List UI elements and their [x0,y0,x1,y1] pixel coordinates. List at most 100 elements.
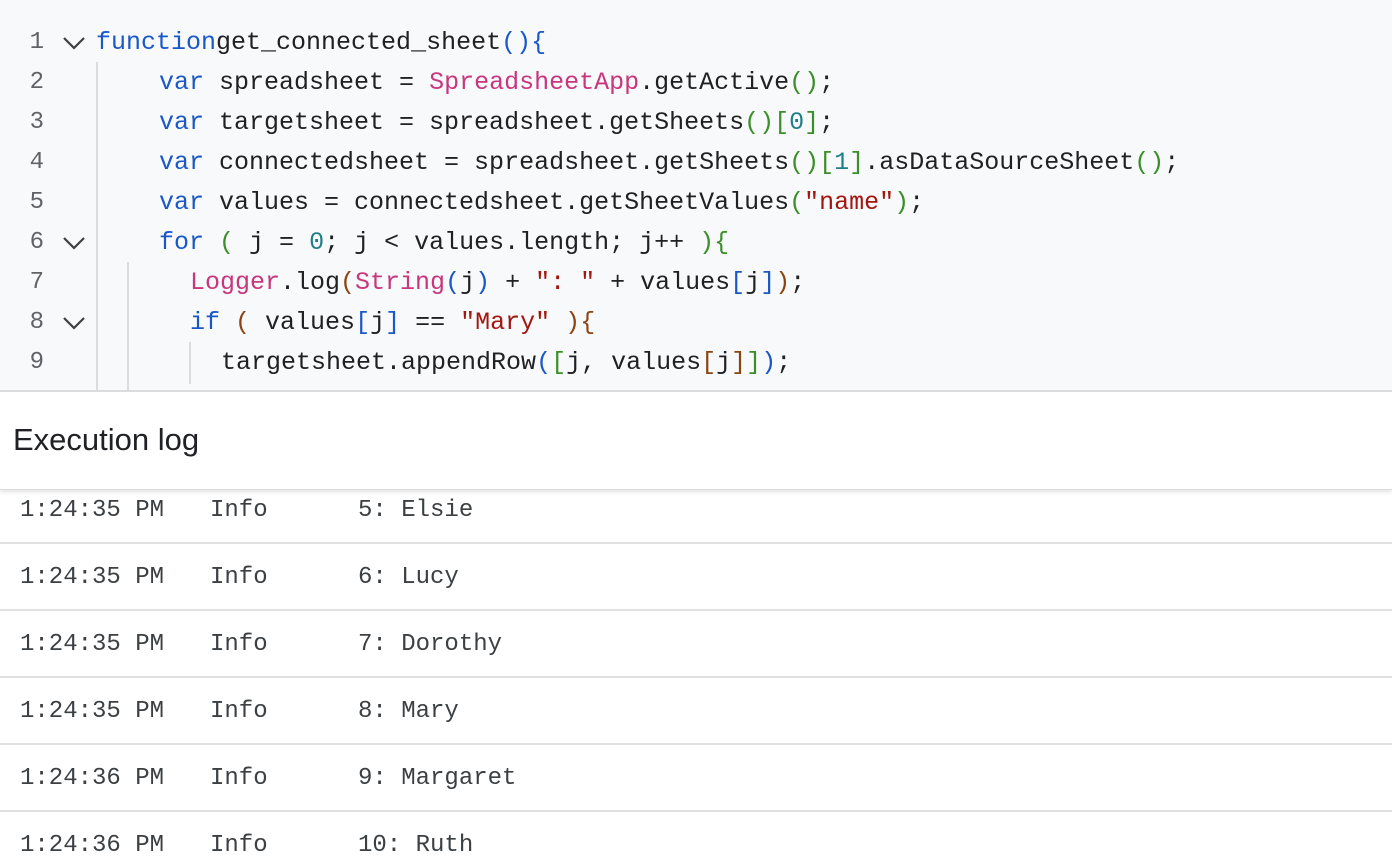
code-token: ] [731,348,747,377]
code-token: () [789,148,820,177]
code-line[interactable]: 7 Logger.log(String(j) + ": " + values[j]… [0,263,1392,303]
code-token: ; [1164,148,1180,177]
code-line[interactable]: 8 if ( values[j] == "Mary" ){ [0,303,1392,343]
log-time: 1:24:36 PM [20,832,165,859]
code-token: () [501,28,532,57]
log-message: 6: Lucy [358,564,459,591]
line-number: 9 [29,349,44,376]
log-time: 1:24:36 PM [20,765,165,792]
code-token: 0 [789,108,805,137]
code-token: ( [445,268,461,297]
code-token: ] [760,268,776,297]
code-token: j, values [566,348,702,377]
code-token: ": " [535,268,596,297]
code-token: Logger [190,268,281,297]
code-token: ( [789,188,805,217]
code-token: () [1134,148,1165,177]
log-row: 1:24:36 PM Info 9: Margaret [0,745,1392,812]
code-token: ; j < values.length; j++ [324,228,700,257]
code-token: ] [746,348,762,377]
code-token: connectedsheet = spreadsheet.getSheets [204,148,790,177]
code-line[interactable]: 4 var connectedsheet = spreadsheet.getShe… [0,143,1392,183]
code-token: j [370,308,386,337]
log-level: Info [210,832,268,859]
code-token: ] [804,108,820,137]
fold-chevron-icon[interactable] [62,235,86,251]
code-token: == [400,308,461,337]
code-text: var connectedsheet = spreadsheet.getShee… [159,143,1179,183]
code-token: j = [234,228,310,257]
code-token: ( [536,348,552,377]
code-line[interactable]: 6 for ( j = 0; j < values.length; j++ ){ [0,223,1392,263]
code-token: ( [235,308,251,337]
code-token: ) [761,348,777,377]
code-token: { [531,28,547,57]
code-line[interactable]: 5 var values = connectedsheet.getSheetVal… [0,183,1392,223]
code-text: functionget_connected_sheet(){ [96,23,546,63]
code-token: function [96,28,217,57]
execution-log-header: Execution log [0,392,1392,490]
line-number: 5 [29,189,44,216]
code-text: var values = connectedsheet.getSheetValu… [159,183,924,223]
code-token: ( [340,268,356,297]
code-token: + [490,268,536,297]
code-token: var [159,148,205,177]
log-level: Info [210,564,268,591]
code-token: for [159,228,205,257]
code-token: ; [909,188,925,217]
log-message: 8: Mary [358,698,459,725]
code-token: .log [280,268,341,297]
line-number: 7 [29,269,44,296]
log-time: 1:24:35 PM [20,631,165,658]
code-token: values = connectedsheet.getSheetValues [204,188,790,217]
code-token: .getActive [639,68,790,97]
log-message: 5: Elsie [358,497,474,524]
code-token: ) [699,228,715,257]
log-rows[interactable]: 1:24:35 PM Info 5: Elsie 1:24:35 PM Info… [0,477,1392,860]
code-token: ; [776,348,792,377]
log-time: 1:24:35 PM [20,698,165,725]
code-token: ; [819,108,835,137]
code-token: ) [894,188,910,217]
code-token: () [744,108,775,137]
code-token: 1 [834,148,850,177]
code-token: [ [355,308,371,337]
execution-log-panel: Execution log 1:24:35 PM Info 5: Elsie 1… [0,390,1392,860]
log-message: 10: Ruth [358,832,474,859]
line-number: 4 [29,149,44,176]
code-line[interactable]: 2 var spreadsheet = SpreadsheetApp.getAct… [0,63,1392,103]
code-token: 0 [309,228,325,257]
code-token: "Mary" [460,308,551,337]
code-text: if ( values[j] == "Mary" ){ [190,303,595,343]
code-token: [ [551,348,567,377]
code-token: .asDataSourceSheet [864,148,1135,177]
line-number: 3 [29,109,44,136]
code-token: var [159,188,205,217]
code-token: targetsheet = spreadsheet.getSheets [204,108,745,137]
fold-chevron-icon[interactable] [62,315,86,331]
code-token: j [716,348,732,377]
fold-chevron-icon[interactable] [62,35,86,51]
code-token: + values [595,268,731,297]
code-token: [ [774,108,790,137]
log-row: 1:24:35 PM Info 6: Lucy [0,544,1392,611]
line-number: 2 [29,69,44,96]
code-line[interactable]: 3 var targetsheet = spreadsheet.getSheets… [0,103,1392,143]
log-row: 1:24:35 PM Info 7: Dorothy [0,611,1392,678]
code-editor[interactable]: 1 functionget_connected_sheet(){2 var spre… [0,0,1392,392]
code-text: Logger.log(String(j) + ": " + values[j])… [190,263,805,303]
code-token: ) [475,268,491,297]
line-number: 1 [29,29,44,56]
code-line[interactable]: 1 functionget_connected_sheet(){ [0,23,1392,63]
code-token: () [789,68,820,97]
code-token: get_connected_sheet [216,28,502,57]
code-line[interactable]: 9 targetsheet.appendRow([j, values[j]]); [0,343,1392,383]
log-level: Info [210,497,268,524]
code-token: if [190,308,221,337]
log-level: Info [210,698,268,725]
apps-script-window: 1 functionget_connected_sheet(){2 var spre… [0,0,1392,860]
log-level: Info [210,765,268,792]
